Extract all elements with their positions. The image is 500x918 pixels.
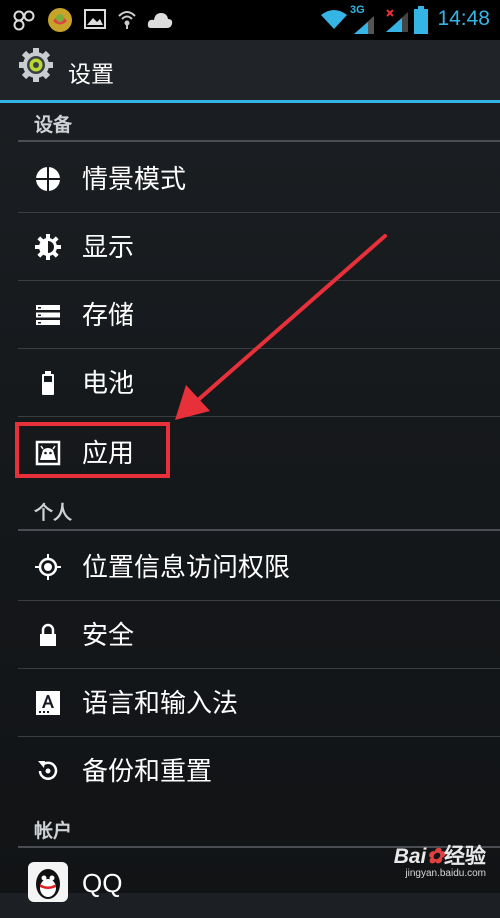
watermark-logo: Bai✿经验 xyxy=(393,845,486,868)
baidu-watermark: Bai✿经验 jingyan.baidu.com xyxy=(394,840,486,879)
annotation-highlight-box xyxy=(15,422,170,478)
paw-icon: ✿ xyxy=(426,845,444,868)
watermark-url: jingyan.baidu.com xyxy=(405,868,486,879)
